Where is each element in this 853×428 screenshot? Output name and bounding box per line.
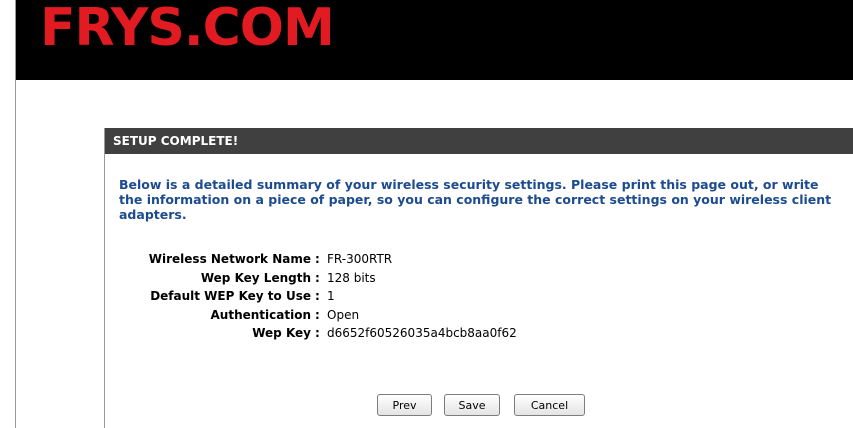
- cancel-button[interactable]: Cancel: [514, 394, 585, 416]
- summary-label: Authentication: [210, 307, 312, 322]
- summary-value: Open: [327, 307, 360, 322]
- frys-logo[interactable]: FRYS.COM: [40, 0, 335, 58]
- summary-value: 1: [327, 289, 335, 303]
- summary-row-network-name: Wireless Network Name : FR-300RTR: [105, 250, 853, 269]
- setup-complete-panel: SETUP COMPLETE! Below is a detailed summ…: [104, 128, 853, 428]
- save-button[interactable]: Save: [444, 394, 500, 416]
- summary-label: Wep Key Length: [200, 270, 311, 285]
- summary-label: Default WEP Key to Use: [150, 289, 311, 303]
- site-header: FRYS.COM: [16, 0, 853, 80]
- panel-title: SETUP COMPLETE!: [105, 128, 853, 154]
- summary-value: d6652f60526035a4bcb8aa0f62: [327, 326, 517, 340]
- prev-button[interactable]: Prev: [377, 394, 432, 416]
- summary-separator: :: [315, 307, 320, 322]
- summary-row-default-key: Default WEP Key to Use : 1: [105, 287, 853, 306]
- summary-label: Wireless Network Name: [148, 252, 311, 266]
- wizard-buttons: Prev Save Cancel: [105, 394, 853, 418]
- summary-intro-text: Below is a detailed summary of your wire…: [119, 177, 832, 222]
- summary-value: 128 bits: [327, 270, 376, 285]
- summary-row-authentication: Authentication : Open: [105, 306, 853, 325]
- summary-value: FR-300RTR: [327, 252, 393, 266]
- summary-separator: :: [315, 326, 320, 340]
- summary-label: Wep Key: [252, 326, 311, 340]
- summary-separator: :: [315, 270, 320, 285]
- settings-summary: Wireless Network Name : FR-300RTR Wep Ke…: [105, 250, 853, 343]
- summary-row-key-length: Wep Key Length : 128 bits: [105, 269, 853, 288]
- summary-separator: :: [315, 252, 320, 266]
- summary-row-wep-key: Wep Key : d6652f60526035a4bcb8aa0f62: [105, 324, 853, 343]
- summary-separator: :: [315, 289, 320, 303]
